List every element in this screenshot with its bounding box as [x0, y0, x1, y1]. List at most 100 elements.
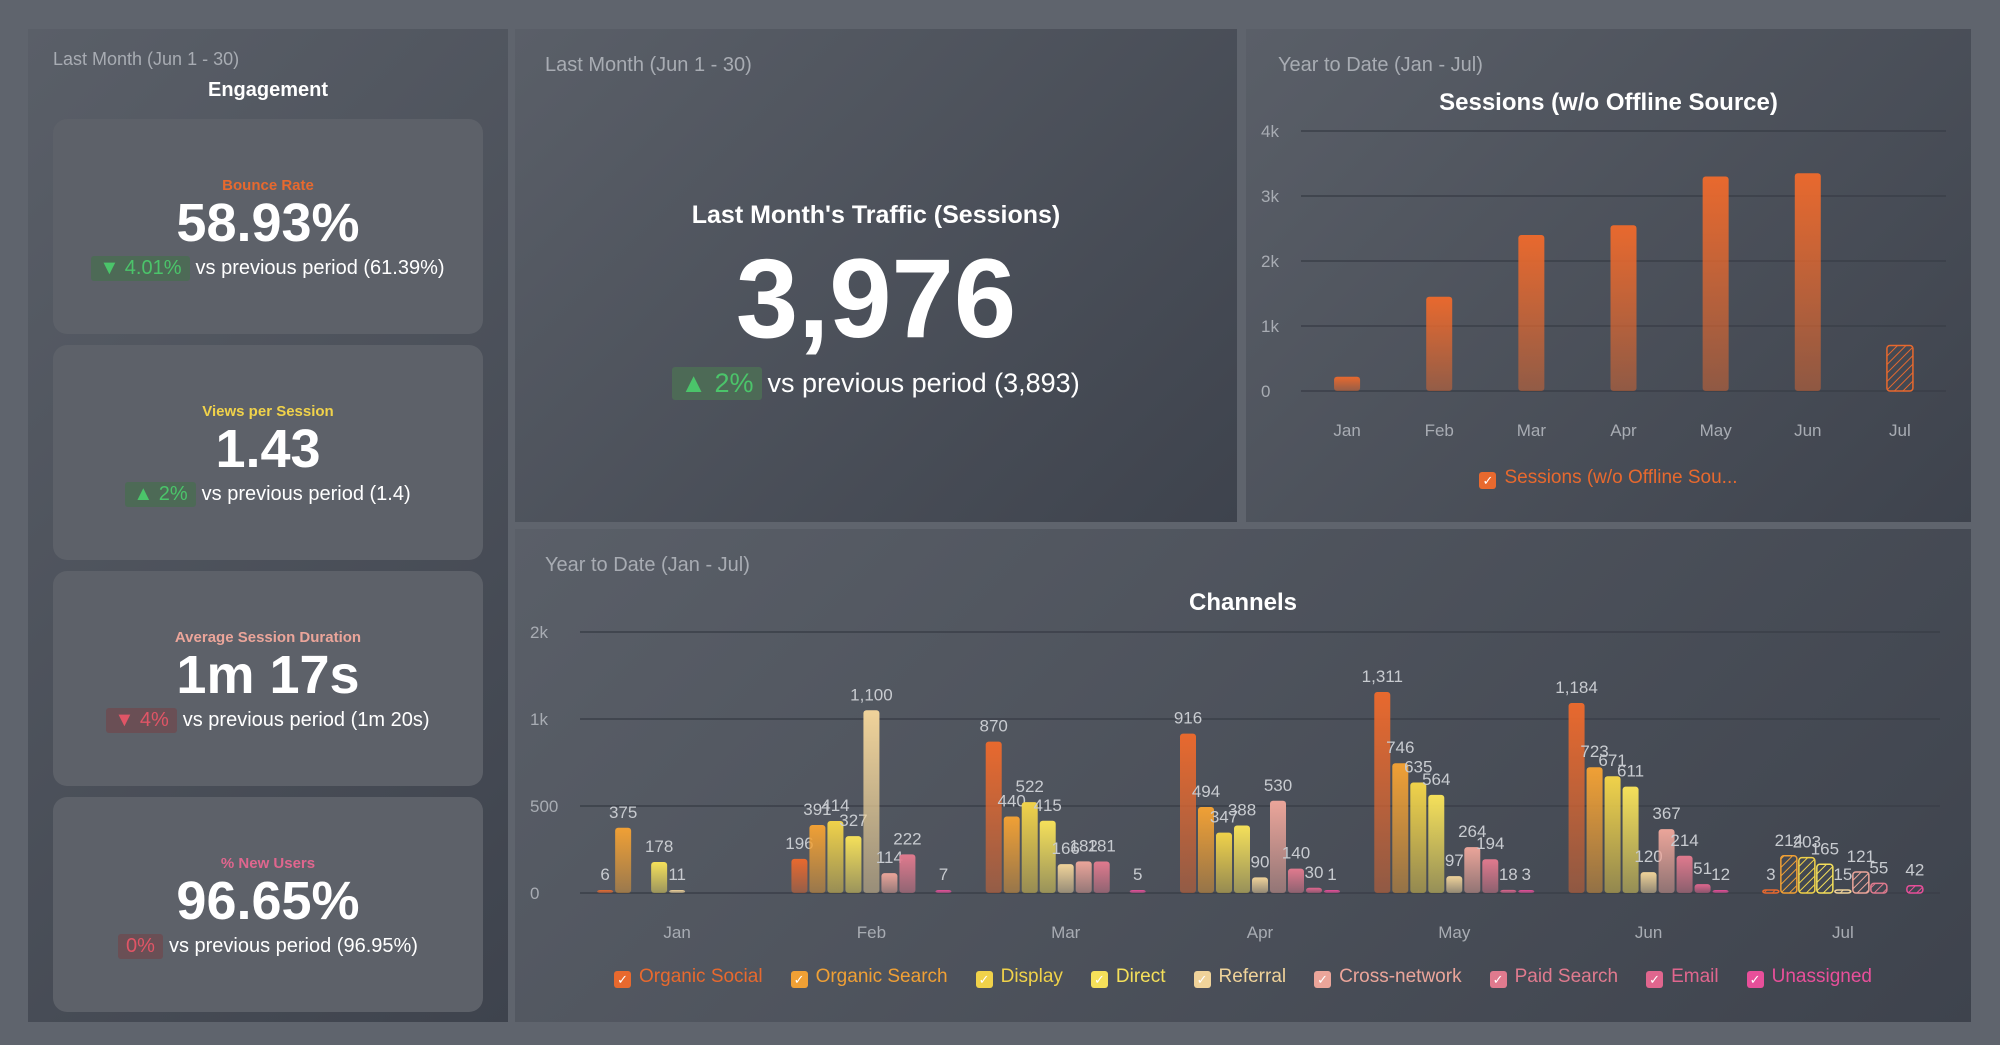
legend-item[interactable]: ✓ Cross-network: [1314, 966, 1462, 988]
checkbox-icon[interactable]: ✓: [1314, 971, 1332, 988]
legend-item[interactable]: ✓ Display: [975, 966, 1063, 988]
metric-compare: vs previous period (96.95%): [168, 935, 418, 957]
checkbox-icon[interactable]: ✓: [1646, 971, 1664, 988]
data-label: 140: [1282, 844, 1310, 863]
legend-item[interactable]: ✓ Referral: [1193, 966, 1287, 988]
checkbox-icon[interactable]: ✓: [1479, 472, 1497, 489]
data-label: 564: [1422, 770, 1450, 789]
bar: [1426, 296, 1453, 391]
legend-item[interactable]: ✓ Paid Search: [1489, 966, 1619, 988]
data-label: 55: [1869, 858, 1888, 877]
bar: [651, 862, 668, 893]
data-label: 114: [876, 848, 903, 867]
sessions-panel: Year to Date (Jan - Jul) Sessions (w/o O…: [1246, 29, 1971, 522]
bar: [845, 836, 862, 893]
checkbox-icon[interactable]: ✓: [790, 971, 808, 988]
x-tick-label: Jul: [1832, 923, 1854, 942]
legend-label: Display: [1000, 966, 1063, 987]
bar: [935, 890, 952, 893]
legend-item[interactable]: ✓ Unassigned: [1746, 966, 1872, 988]
metric-change-badge: ▼ 4.01%: [91, 256, 190, 281]
checkbox-icon[interactable]: ✓: [614, 971, 632, 988]
bar: [827, 820, 844, 893]
metric-value: 1m 17s: [176, 645, 360, 705]
legend-item[interactable]: ✓ Sessions (w/o Offline Sou...: [1479, 467, 1738, 489]
legend-item[interactable]: ✓ Email: [1646, 966, 1719, 988]
legend-label: Cross-network: [1339, 966, 1462, 987]
y-tick-label: 1k: [1261, 317, 1279, 336]
data-label: 178: [645, 837, 673, 856]
y-tick-label: 2k: [1261, 252, 1279, 271]
bar: [1446, 876, 1463, 893]
bar: [1324, 890, 1340, 893]
data-label: 7: [939, 865, 948, 884]
legend-label: Organic Search: [815, 966, 948, 987]
metric-compare-row: ▲ 2% vs previous period (1.4): [53, 482, 483, 507]
checkbox-icon[interactable]: ✓: [1489, 971, 1507, 988]
x-tick-label: Feb: [857, 923, 886, 942]
data-label: 522: [1016, 777, 1044, 796]
metric-compare: vs previous period (1m 20s): [182, 709, 430, 731]
bar: [1622, 786, 1639, 893]
checkbox-icon[interactable]: ✓: [1746, 971, 1764, 988]
metric-compare-row: ▼ 4% vs previous period (1m 20s): [53, 708, 483, 733]
bar: [881, 873, 898, 893]
bar: [1464, 847, 1481, 893]
bar: [1870, 882, 1888, 894]
data-label: 494: [1192, 782, 1220, 801]
checkbox-icon[interactable]: ✓: [1090, 971, 1108, 988]
x-tick-label: Mar: [1051, 923, 1081, 942]
checkbox-icon[interactable]: ✓: [1193, 971, 1211, 988]
data-label: 388: [1228, 800, 1256, 819]
legend: ✓ Sessions (w/o Offline Sou...: [1246, 467, 1971, 489]
bar: [1075, 861, 1092, 893]
x-tick-label: Apr: [1610, 421, 1637, 440]
legend-label: Paid Search: [1514, 966, 1619, 987]
metric-label: Average Session Duration: [174, 629, 362, 646]
legend-item[interactable]: ✓ Organic Social: [614, 966, 763, 988]
data-label: 12: [1711, 865, 1730, 884]
engagement-period: Last Month (Jun 1 - 30): [53, 49, 240, 69]
data-label: 51: [1693, 859, 1712, 878]
data-label: 1,100: [850, 685, 893, 704]
channels-chart: 05001k2kJan637517811Feb1963914143271,100…: [530, 623, 1940, 942]
x-tick-label: Jan: [663, 923, 690, 942]
legend-label: Referral: [1218, 966, 1287, 987]
bar: [985, 741, 1002, 893]
metric-change-badge: ▼ 4%: [106, 708, 177, 733]
bar: [1306, 887, 1322, 893]
bar: [1852, 871, 1870, 894]
metric-card: Views per Session 1.43 ▲ 2% vs previous p…: [53, 345, 483, 560]
data-label: 367: [1652, 804, 1680, 823]
y-tick-label: 1k: [530, 710, 548, 729]
y-tick-label: 0: [530, 884, 539, 903]
bar: [809, 824, 826, 893]
bar: [1762, 889, 1780, 894]
x-tick-label: May: [1438, 923, 1471, 942]
data-label: 415: [1034, 796, 1062, 815]
bar: [1694, 884, 1711, 893]
legend-label: Email: [1671, 966, 1719, 987]
data-label: 3: [1522, 865, 1531, 884]
data-label: 6: [600, 865, 609, 884]
data-label: 1,311: [1362, 667, 1403, 686]
legend-label: Unassigned: [1771, 966, 1872, 987]
checkbox-icon[interactable]: ✓: [975, 971, 993, 988]
bar: [1057, 864, 1074, 893]
bar: [669, 890, 686, 893]
data-label: 222: [893, 829, 921, 848]
metric-compare-row: ▼ 4.01% vs previous period (61.39%): [53, 256, 483, 281]
legend-item[interactable]: ✓ Direct: [1090, 966, 1166, 988]
data-label: 214: [1670, 831, 1698, 850]
legend-item[interactable]: ✓ Organic Search: [790, 966, 948, 988]
bar: [1640, 872, 1657, 893]
bar: [1798, 856, 1816, 894]
traffic-value: 3,976: [735, 236, 1017, 361]
metric-compare: vs previous period (1.4): [201, 483, 411, 505]
bar: [1093, 861, 1110, 893]
x-tick-label: Feb: [1425, 421, 1454, 440]
bar: [1129, 890, 1146, 893]
data-label: 42: [1905, 861, 1924, 880]
data-label: 5: [1133, 865, 1142, 884]
bar: [899, 854, 916, 893]
